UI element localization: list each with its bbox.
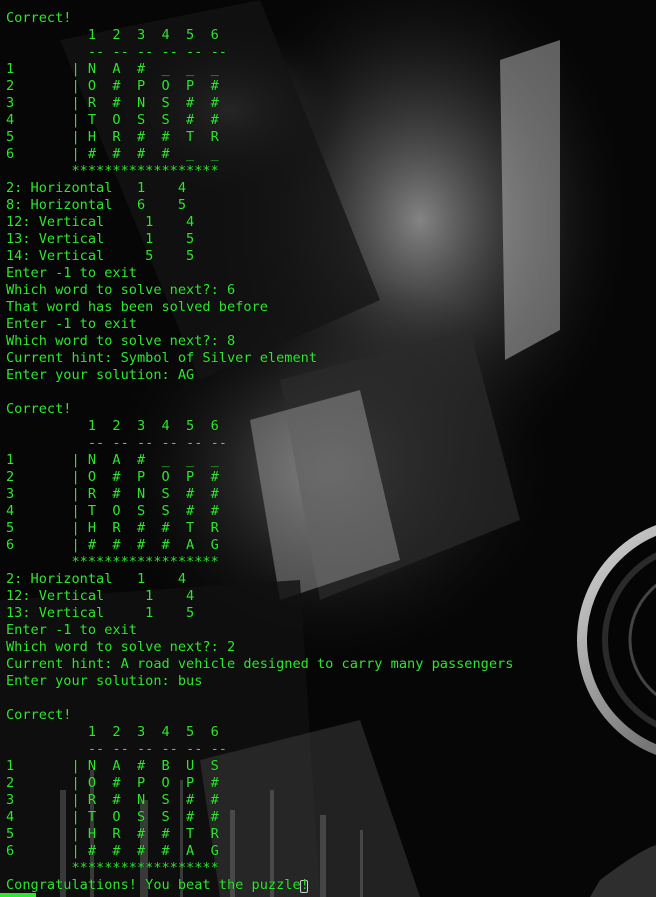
terminal-line: Which word to solve next?: 2 — [6, 639, 236, 655]
terminal-line: 2 | O # P O P # — [6, 78, 219, 94]
terminal-line: 3 | R # N S # # — [6, 486, 219, 502]
terminal-line: 3 | R # N S # # — [6, 95, 219, 111]
terminal-line: ****************** — [6, 554, 219, 570]
terminal-line: 12: Vertical 1 4 — [6, 214, 195, 230]
terminal-line: Enter -1 to exit — [6, 316, 137, 332]
terminal-line: 2: Horizontal 1 4 — [6, 180, 187, 196]
terminal-line: Current hint: A road vehicle designed to… — [6, 656, 514, 672]
terminal-line: 6 | # # # # A G — [6, 537, 219, 553]
terminal-line: 5 | H R # # T R — [6, 129, 219, 145]
terminal-line: 13: Vertical 1 5 — [6, 231, 195, 247]
terminal-line: 1 2 3 4 5 6 — [6, 27, 219, 43]
terminal-line: 2 | O # P O P # — [6, 775, 219, 791]
terminal-line: 4 | T O S S # # — [6, 503, 219, 519]
terminal-line: 5 | H R # # T R — [6, 826, 219, 842]
terminal-line: Current hint: Symbol of Silver element — [6, 350, 317, 366]
terminal-line: 4 | T O S S # # — [6, 112, 219, 128]
terminal-line: Correct! — [6, 707, 72, 723]
terminal-line: 1 | N A # _ _ _ — [6, 61, 219, 77]
terminal-line: Which word to solve next?: 6 — [6, 282, 236, 298]
terminal-line: 5 | H R # # T R — [6, 520, 219, 536]
terminal-line: -- -- -- -- -- -- — [6, 435, 227, 451]
terminal-line: 6 | # # # # A G — [6, 843, 219, 859]
terminal-line: Correct! — [6, 10, 72, 26]
terminal-line: Which word to solve next?: 8 — [6, 333, 236, 349]
terminal-line: ****************** — [6, 860, 219, 876]
terminal-line: 12: Vertical 1 4 — [6, 588, 195, 604]
terminal-line: ****************** — [6, 163, 219, 179]
terminal-line: 1 2 3 4 5 6 — [6, 724, 219, 740]
terminal-line: 14: Vertical 5 5 — [6, 248, 195, 264]
terminal-line: 13: Vertical 1 5 — [6, 605, 195, 621]
terminal-line: Enter -1 to exit — [6, 622, 137, 638]
terminal-line: -- -- -- -- -- -- — [6, 44, 227, 60]
terminal-line: 2 | O # P O P # — [6, 469, 219, 485]
terminal-line: 1 2 3 4 5 6 — [6, 418, 219, 434]
terminal-line: Enter your solution: bus — [6, 673, 203, 689]
terminal-line: Enter -1 to exit — [6, 265, 137, 281]
terminal-line: 3 | R # N S # # — [6, 792, 219, 808]
terminal-line: Congratulations! You beat the puzzle! — [6, 877, 309, 893]
terminal-output[interactable]: Correct! 1 2 3 4 5 6 -- -- -- -- -- -- 1 … — [0, 0, 656, 897]
terminal-line: 2: Horizontal 1 4 — [6, 571, 187, 587]
terminal-line: 1 | N A # _ _ _ — [6, 452, 219, 468]
terminal-line: 8: Horizontal 6 5 — [6, 197, 187, 213]
terminal-line: 4 | T O S S # # — [6, 809, 219, 825]
terminal-line: Correct! — [6, 401, 72, 417]
terminal-line: That word has been solved before — [6, 299, 268, 315]
terminal-line: 1 | N A # B U S — [6, 758, 219, 774]
terminal-line: 6 | # # # # _ _ — [6, 146, 219, 162]
terminal-line: -- -- -- -- -- -- — [6, 741, 227, 757]
terminal-line: Enter your solution: AG — [6, 367, 195, 383]
